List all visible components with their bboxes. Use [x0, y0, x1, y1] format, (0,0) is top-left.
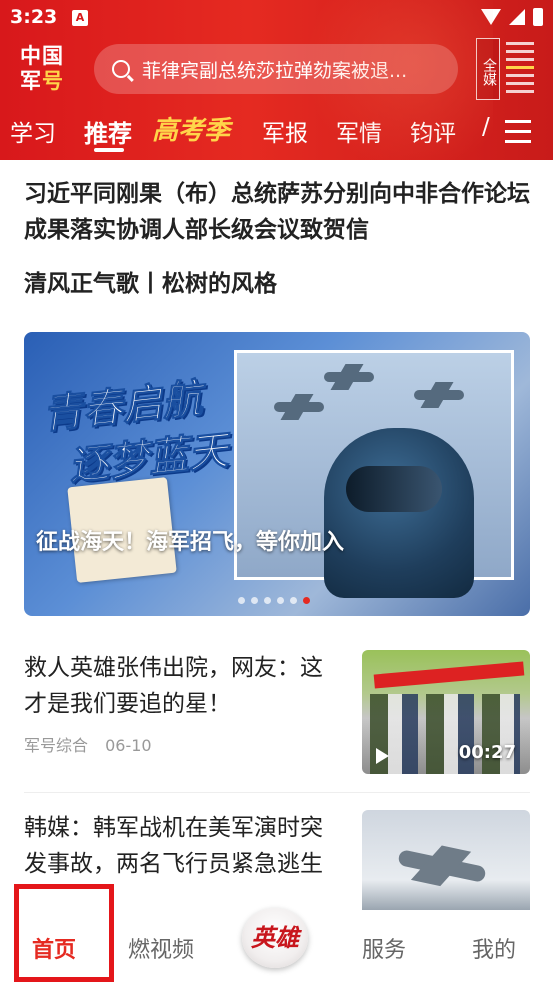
battery-icon	[533, 8, 543, 26]
carousel-dot	[251, 597, 258, 604]
news-thumbnail[interactable]	[362, 810, 530, 910]
app-logo[interactable]: 中国 军号	[20, 44, 74, 96]
all-media-icon	[506, 42, 534, 98]
tab-junping[interactable]: 钧评	[410, 114, 456, 148]
home-highlight-box	[14, 884, 114, 982]
tab-recommend[interactable]: 推荐	[84, 114, 132, 149]
wifi-icon	[481, 9, 501, 25]
tab-study[interactable]: 学习	[10, 114, 56, 148]
jet-graphic	[324, 372, 374, 382]
status-time: 3:23	[10, 6, 58, 28]
divider	[24, 792, 530, 793]
news-item-title[interactable]: 救人英雄张伟出院，网友：这才是我们要追的星！	[24, 650, 344, 722]
status-bar: 3:23 A	[0, 0, 553, 36]
tab-more-cutoff[interactable]: /	[482, 114, 490, 140]
nav-service[interactable]: 服务	[362, 932, 406, 964]
channel-menu-icon[interactable]	[505, 120, 531, 144]
app-notification-icon: A	[72, 10, 88, 26]
nav-mine[interactable]: 我的	[472, 932, 516, 964]
pilot-visor	[346, 466, 442, 512]
news-source: 军号综合	[24, 736, 89, 755]
logo-line2: 军号	[20, 69, 64, 93]
news-item-title[interactable]: 韩媒：韩军战机在美军演时突发事故，两名飞行员紧急逃生	[24, 810, 344, 882]
carousel-dots	[238, 597, 310, 604]
nav-hero-button[interactable]: 英雄	[242, 908, 308, 968]
signal-icon	[509, 9, 525, 25]
carousel-dot-active	[303, 597, 310, 604]
carousel-dot	[264, 597, 271, 604]
status-icons	[481, 8, 543, 26]
news-video-thumbnail[interactable]: 00:27	[362, 650, 530, 774]
carousel-dot	[290, 597, 297, 604]
jet-graphic	[414, 390, 464, 400]
active-tab-indicator	[94, 148, 124, 152]
play-icon	[376, 748, 389, 764]
carousel-dot	[277, 597, 284, 604]
tab-gaokao[interactable]: 高考季	[152, 110, 230, 147]
carousel-banner[interactable]: 青春启航 逐梦蓝天 征战海天！海军招飞，等你加入	[24, 332, 530, 616]
red-banner-graphic	[373, 661, 525, 689]
search-bar[interactable]: 菲律宾副总统莎拉弹劾案被退...	[94, 44, 458, 94]
nav-video[interactable]: 燃视频	[128, 932, 194, 964]
all-media-label: 全媒	[476, 38, 500, 100]
channel-tabs: 学习 推荐 高考季 军报 军情 钧评 /	[0, 110, 553, 156]
carousel-dot	[238, 597, 245, 604]
news-date: 06-10	[105, 736, 152, 755]
tab-junqing[interactable]: 军情	[336, 114, 382, 148]
search-icon	[112, 60, 130, 78]
search-placeholder: 菲律宾副总统莎拉弹劾案被退...	[142, 59, 408, 82]
tab-junbao[interactable]: 军报	[262, 114, 308, 148]
video-duration: 00:27	[458, 742, 516, 763]
fighter-jet-photo	[397, 849, 487, 883]
banner-caption: 征战海天！海军招飞，等你加入	[36, 530, 345, 555]
news-item-meta: 军号综合 06-10	[24, 732, 152, 756]
all-media-button[interactable]: 全媒	[476, 38, 538, 100]
top-headline[interactable]: 习近平同刚果（布）总统萨苏分别向中非合作论坛成果落实协调人部长级会议致贺信	[24, 176, 534, 248]
second-headline[interactable]: 清风正气歌丨松树的风格	[24, 264, 277, 298]
jet-graphic	[274, 402, 324, 412]
app-header: 3:23 A 中国 军号 菲律宾副总统莎拉弹劾案被退... 全媒 学习 推荐 高…	[0, 0, 553, 160]
pilot-image	[324, 428, 474, 598]
logo-line1: 中国	[20, 44, 64, 68]
